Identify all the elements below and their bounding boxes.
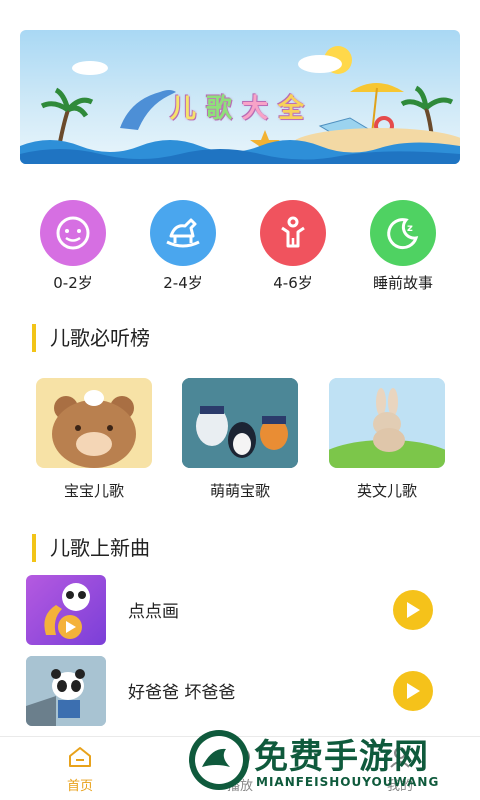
category-bedtime-stories[interactable]: z 睡前故事 xyxy=(353,200,453,293)
banner-title-char: 儿 xyxy=(170,94,207,124)
tab-label: 首页 xyxy=(66,779,93,794)
banner-title: 儿歌大全 xyxy=(170,88,314,125)
category-row: 0-2岁 2-4岁 4-6岁 z 睡前故事 xyxy=(0,200,480,300)
category-0-2[interactable]: 0-2岁 xyxy=(23,200,123,293)
play-button[interactable] xyxy=(393,671,433,711)
play-icon xyxy=(407,683,420,699)
section-title-recommended: 儿歌必听榜 xyxy=(32,324,150,352)
child-figure-icon xyxy=(260,200,326,266)
tab-home[interactable]: 首页 xyxy=(40,745,120,794)
banner-title-char: 大 xyxy=(242,94,279,124)
cartoon-explorers-thumbnail xyxy=(182,378,298,468)
category-label: 睡前故事 xyxy=(372,274,433,292)
recommended-label: 萌萌宝歌 xyxy=(209,482,270,500)
song-row[interactable]: 好爸爸 坏爸爸 xyxy=(26,656,446,728)
recommended-label: 英文儿歌 xyxy=(356,482,417,500)
cartoon-bear-thumbnail xyxy=(36,378,152,468)
baby-face-icon xyxy=(40,200,106,266)
category-label: 0-2岁 xyxy=(53,274,93,292)
watermark: 免费手游网 MIANFEISHOUYOUWANG xyxy=(186,727,476,797)
play-icon xyxy=(407,602,420,618)
banner-title-char: 歌 xyxy=(206,94,243,124)
watermark-subtitle: MIANFEISHOUYOUWANG xyxy=(256,775,440,789)
home-icon xyxy=(69,747,91,767)
category-4-6[interactable]: 4-6岁 xyxy=(243,200,343,293)
home-banner[interactable]: 儿歌大全 xyxy=(20,30,460,164)
song-thumbnail xyxy=(26,656,106,726)
section-title-new-songs: 儿歌上新曲 xyxy=(32,534,150,562)
recommended-card[interactable]: 英文儿歌 xyxy=(329,378,445,501)
song-title: 点点画 xyxy=(128,602,179,622)
play-button[interactable] xyxy=(393,590,433,630)
category-2-4[interactable]: 2-4岁 xyxy=(133,200,233,293)
category-label: 2-4岁 xyxy=(163,274,203,292)
song-thumbnail xyxy=(26,575,106,645)
recommended-card[interactable]: 宝宝儿歌 xyxy=(36,378,152,501)
cartoon-bunny-thumbnail xyxy=(329,378,445,468)
recommended-card[interactable]: 萌萌宝歌 xyxy=(182,378,298,501)
recommended-label: 宝宝儿歌 xyxy=(63,482,124,500)
rocking-horse-icon xyxy=(150,200,216,266)
song-title: 好爸爸 坏爸爸 xyxy=(128,683,236,703)
moon-sleep-icon: z xyxy=(370,200,436,266)
watermark-logo-icon xyxy=(189,730,249,790)
watermark-title: 免费手游网 xyxy=(254,737,429,777)
banner-title-char: 全 xyxy=(278,94,315,124)
svg-text:z: z xyxy=(407,223,413,234)
song-row[interactable]: 点点画 xyxy=(26,575,446,647)
category-label: 4-6岁 xyxy=(273,274,313,292)
